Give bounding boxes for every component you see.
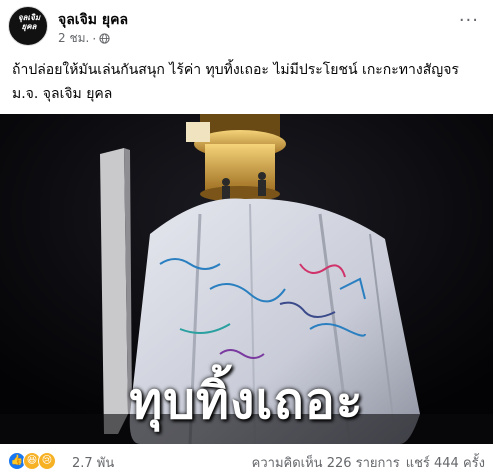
avatar-signature: จุลเจิม ยุคล	[17, 12, 41, 31]
post-text-line2: ม.จ. จุลเจิม ยุคล	[12, 86, 113, 102]
engagement-stats: ความคิดเห็น 226 รายการ แชร์ 444 ครั้ง	[252, 452, 485, 473]
globe-icon	[99, 33, 110, 44]
more-options-button[interactable]: ···	[459, 12, 479, 30]
page-name[interactable]: จุลเจิม ยุคล	[58, 9, 128, 31]
post-meta: 2 ชม. ·	[58, 29, 110, 48]
post-time[interactable]: 2 ชม.	[58, 29, 89, 48]
reaction-count[interactable]: 2.7 พัน	[72, 452, 114, 473]
comments-count[interactable]: ความคิดเห็น 226 รายการ	[252, 452, 400, 473]
post-footer: 👍 😆 😢 2.7 พัน ความคิดเห็น 226 รายการ แชร…	[8, 450, 485, 472]
image-caption: ทุบทิ้งเถอะ	[129, 372, 364, 430]
page-avatar[interactable]: จุลเจิม ยุคล	[8, 6, 48, 46]
post-image[interactable]: ทุบทิ้งเถอะ	[0, 114, 493, 444]
reaction-icons[interactable]: 👍 😆 😢	[8, 452, 56, 470]
shares-count[interactable]: แชร์ 444 ครั้ง	[406, 452, 485, 473]
post-text: ถ้าปล่อยให้มันเล่นกันสนุก ไร้ค่า ทุบทิ้ง…	[12, 58, 482, 106]
post-header: จุลเจิม ยุคล จุลเจิม ยุคล 2 ชม. · ···	[8, 6, 485, 46]
post-text-line1: ถ้าปล่อยให้มันเล่นกันสนุก ไร้ค่า ทุบทิ้ง…	[12, 62, 459, 78]
sad-icon: 😢	[38, 452, 56, 470]
facebook-post: จุลเจิม ยุคล จุลเจิม ยุคล 2 ชม. · ··· ถ้า…	[0, 0, 493, 476]
